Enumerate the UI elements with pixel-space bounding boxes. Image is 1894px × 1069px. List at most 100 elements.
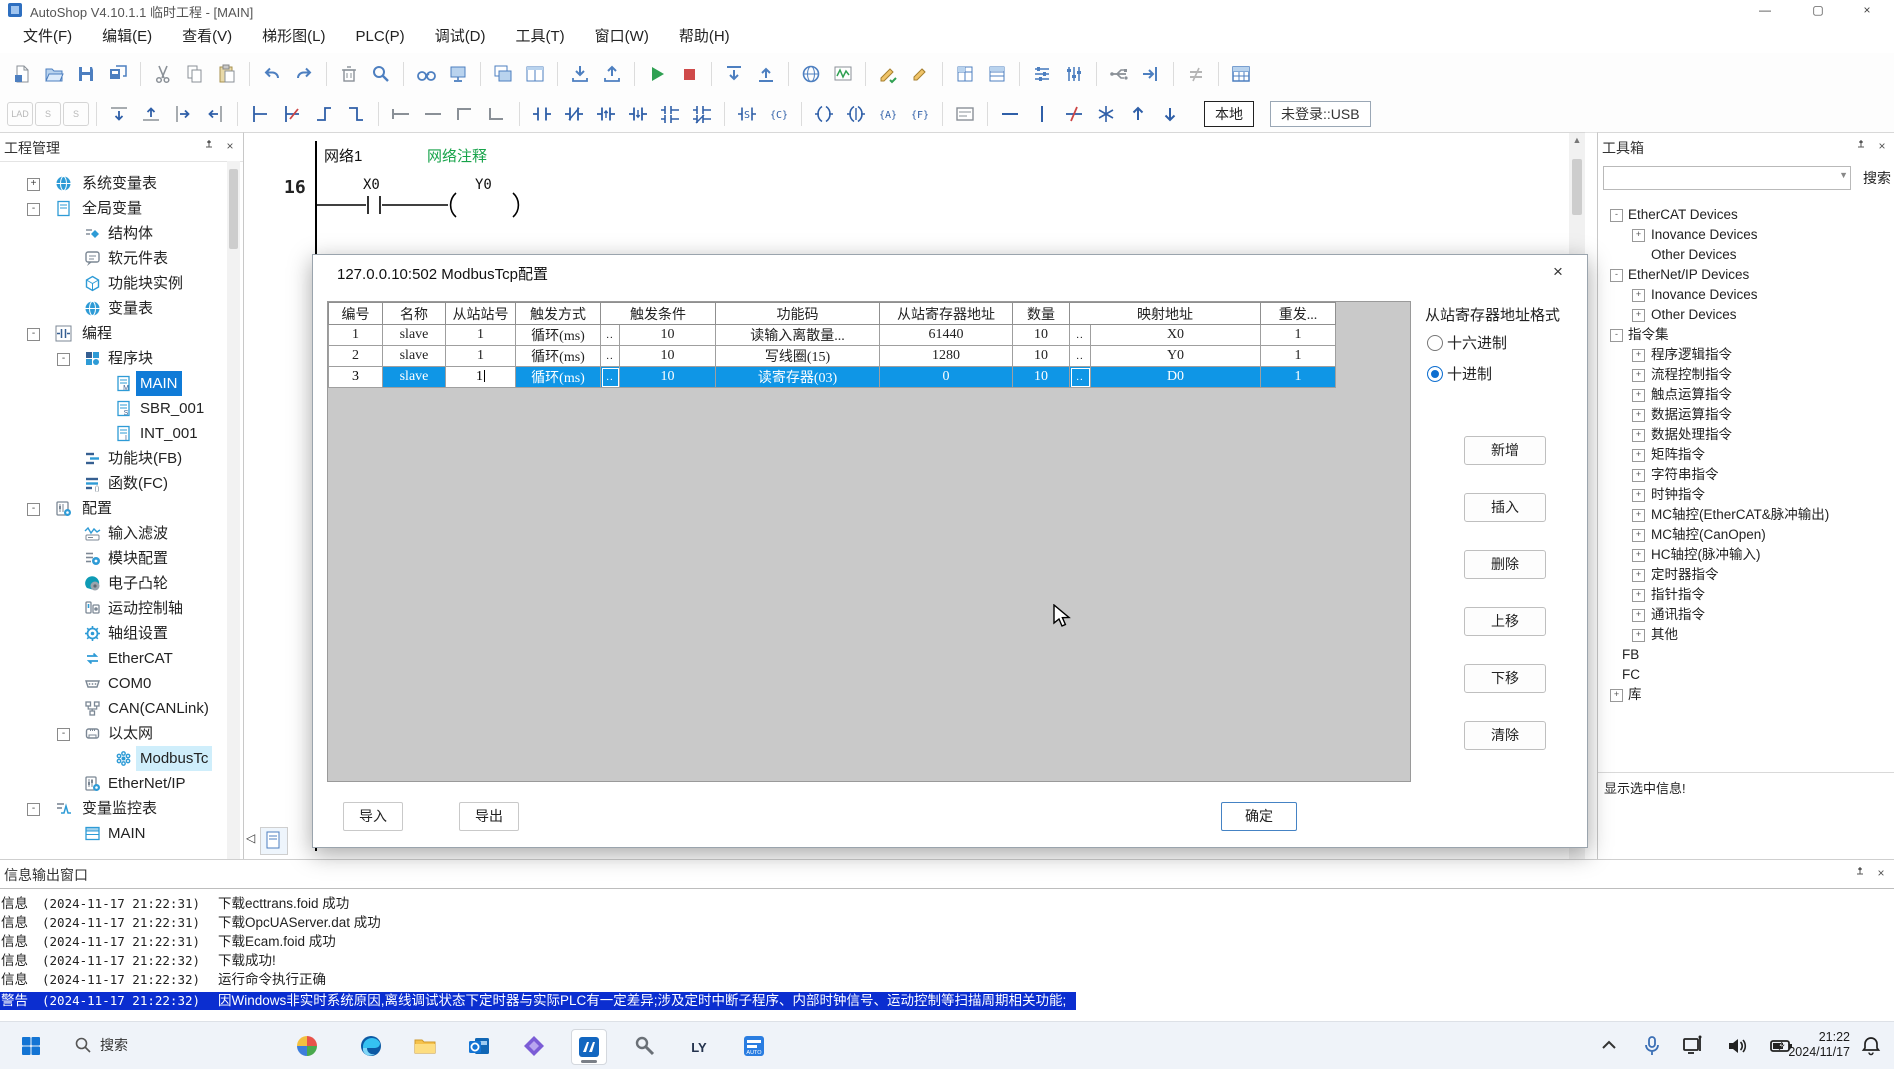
expand-icon[interactable]: +	[1632, 569, 1645, 582]
close-icon[interactable]: ×	[1850, 0, 1884, 20]
taskbar-search[interactable]: 搜索	[74, 1035, 128, 1055]
download-program-icon[interactable]	[565, 59, 595, 89]
minimize-icon[interactable]: —	[1748, 0, 1782, 20]
toolbox-item[interactable]: Other Devices	[1598, 245, 1894, 265]
col-header[interactable]: 从站站号	[445, 302, 516, 325]
contact-open-icon[interactable]	[527, 99, 557, 129]
cell[interactable]: 读输入离散量...	[715, 324, 880, 346]
taskbar-app-autoshop[interactable]	[571, 1029, 607, 1065]
collapse-icon[interactable]: -	[1610, 329, 1623, 342]
cell[interactable]: 循环(ms)	[515, 345, 601, 367]
expand-icon[interactable]: +	[1632, 489, 1645, 502]
expand-icon[interactable]: +	[1632, 609, 1645, 622]
contact-closed-icon[interactable]	[559, 99, 589, 129]
contact-falling-icon[interactable]	[623, 99, 653, 129]
expand-icon[interactable]: +	[1632, 589, 1645, 602]
toolbox-pin-icon[interactable]	[1855, 139, 1869, 153]
undo-icon[interactable]	[257, 59, 287, 89]
maximize-icon[interactable]: ▢	[1801, 0, 1835, 20]
output-close-icon[interactable]: ×	[1874, 866, 1888, 880]
ladder-rung-graphic[interactable]	[315, 191, 575, 221]
hline-left-icon[interactable]	[386, 99, 416, 129]
toolbox-item[interactable]: + 时钟指令	[1598, 485, 1894, 505]
output-message-row[interactable]: 信息 (2024-11-17 21:22:31) 下载Ecam.foid 成功	[0, 933, 1894, 951]
col-header[interactable]: 触发条件	[600, 302, 716, 325]
toolbox-item[interactable]: + 流程控制指令	[1598, 365, 1894, 385]
col-header[interactable]: 名称	[382, 302, 446, 325]
toolbox-item[interactable]: + Other Devices	[1598, 305, 1894, 325]
cell[interactable]: 10	[1012, 324, 1070, 346]
toolbox-item[interactable]: + Inovance Devices	[1598, 225, 1894, 245]
pin-icon[interactable]	[203, 139, 217, 153]
toolbox-item[interactable]: + MC轴控(CanOpen)	[1598, 525, 1894, 545]
toolbox-item[interactable]: - EtherCAT Devices	[1598, 205, 1894, 225]
crossref-2-icon[interactable]	[982, 59, 1012, 89]
tree-item-doc-m[interactable]: M MAIN	[0, 371, 226, 396]
output-pin-icon[interactable]	[1854, 866, 1868, 880]
table-row[interactable]: 2 slave 1 循环(ms).. 10 写线圈(15) 1280 10.. Y0 1	[328, 345, 1336, 367]
cell[interactable]: 1	[445, 366, 516, 388]
cell[interactable]: 循环(ms)	[515, 366, 601, 388]
expand-icon[interactable]: +	[1632, 289, 1645, 302]
run-plc-icon[interactable]	[642, 59, 672, 89]
col-header[interactable]: 数量	[1012, 302, 1070, 325]
cell[interactable]: slave	[382, 324, 446, 346]
cell[interactable]: ..	[600, 324, 620, 346]
save-icon[interactable]	[71, 59, 101, 89]
start-button[interactable]	[14, 1029, 48, 1063]
cell[interactable]: D0	[1090, 366, 1261, 388]
import-button[interactable]: 导入	[343, 802, 403, 831]
delete-icon[interactable]	[334, 59, 364, 89]
network-comment-icon[interactable]	[950, 99, 980, 129]
toolbox-close-icon[interactable]: ×	[1875, 139, 1889, 153]
tree-item-can[interactable]: CAN(CANLink)	[0, 696, 226, 721]
window-cascade-icon[interactable]	[488, 59, 518, 89]
collapse-icon[interactable]: -	[27, 328, 40, 341]
append-cell-icon[interactable]	[200, 99, 230, 129]
menu-help[interactable]: 帮助(H)	[664, 20, 745, 53]
tree-item-axis[interactable]: 运动控制轴	[0, 596, 226, 621]
monitor-watch-icon[interactable]	[411, 59, 441, 89]
tree-item-ethernetip[interactable]: EtherNet/IP	[0, 771, 226, 796]
expand-icon[interactable]: +	[1632, 349, 1645, 362]
menu-window[interactable]: 窗口(W)	[580, 20, 664, 53]
modbus-table-area[interactable]: 编号 名称 从站站号 触发方式 触发条件 功能码 从站寄存器地址 数量 映射地址 重发... 1 sl…	[327, 301, 1411, 782]
menu-debug[interactable]: 调试(D)	[420, 20, 501, 53]
coil-out-icon[interactable]	[809, 99, 839, 129]
speaker-icon[interactable]	[1722, 1029, 1752, 1063]
crossref-1-icon[interactable]	[950, 59, 980, 89]
compare-disabled-icon[interactable]	[1181, 59, 1211, 89]
transfer-down-icon[interactable]	[719, 59, 749, 89]
col-header[interactable]: 从站寄存器地址	[879, 302, 1013, 325]
hline-mid-icon[interactable]	[418, 99, 448, 129]
device-station-icon[interactable]	[443, 59, 473, 89]
cell[interactable]: 10	[1012, 345, 1070, 367]
insert-button[interactable]: 插入	[1464, 493, 1546, 522]
s-contact-icon[interactable]: S	[732, 99, 762, 129]
cell[interactable]: ..	[1069, 345, 1091, 367]
output-message-row[interactable]: 信息 (2024-11-17 21:22:32) 运行命令执行正确	[0, 971, 1894, 989]
paste-icon[interactable]	[212, 59, 242, 89]
collapse-icon[interactable]: -	[27, 503, 40, 516]
delete-line-icon[interactable]	[1059, 99, 1089, 129]
expand-icon[interactable]: +	[1632, 549, 1645, 562]
tree-item-config[interactable]: - 配置	[0, 496, 226, 521]
tree-item-filter[interactable]: 输入滤波	[0, 521, 226, 546]
c-block-icon[interactable]: {C}	[764, 99, 794, 129]
cell[interactable]: 1	[1260, 366, 1336, 388]
col-header[interactable]: 功能码	[715, 302, 880, 325]
output-message-row[interactable]: 信息 (2024-11-17 21:22:31) 下载ecttrans.foid 成…	[0, 895, 1894, 913]
insert-row-icon[interactable]	[104, 99, 134, 129]
taskbar-app-edge[interactable]	[354, 1029, 388, 1063]
cell[interactable]: Y0	[1090, 345, 1261, 367]
cut-icon[interactable]	[148, 59, 178, 89]
draw-branch-icon[interactable]	[245, 99, 275, 129]
tree-item-doc-list[interactable]: - 全局变量	[0, 196, 226, 221]
cell[interactable]: 1	[445, 324, 516, 346]
oscilloscope-icon[interactable]	[828, 59, 858, 89]
move-up-icon[interactable]	[1123, 99, 1153, 129]
network-view-icon[interactable]	[796, 59, 826, 89]
table-view-icon[interactable]	[1226, 59, 1256, 89]
add-button[interactable]: 新增	[1464, 436, 1546, 465]
toolbox-item[interactable]: FB	[1598, 645, 1894, 665]
